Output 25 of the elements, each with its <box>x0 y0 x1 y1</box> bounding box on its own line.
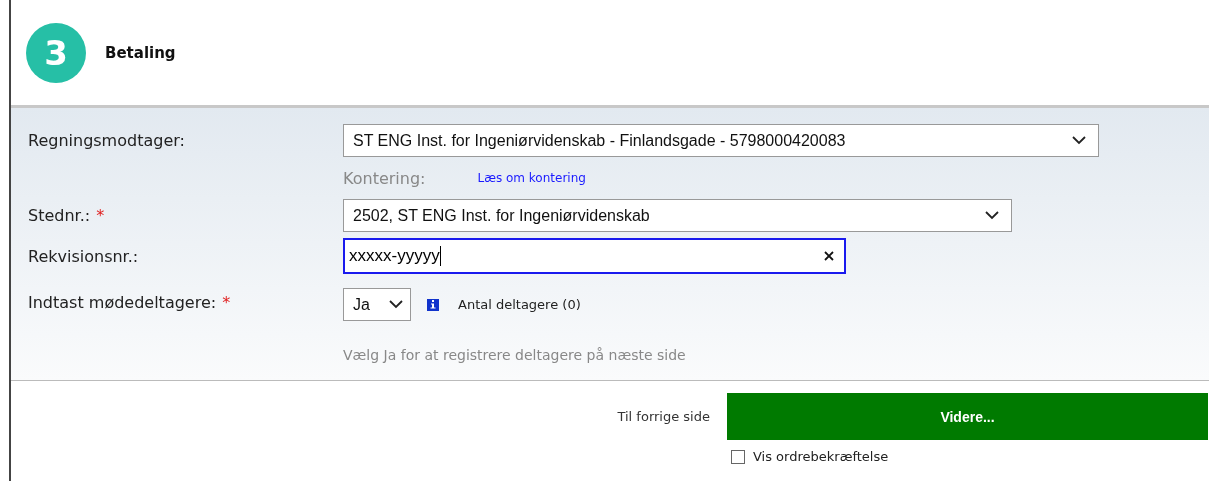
field-label: Rekvisionsnr.: <box>28 246 140 266</box>
hint-text: Vælg Ja for at registrere deltagere på næste side <box>343 347 687 363</box>
required-mark: * <box>96 206 105 225</box>
checkbox[interactable] <box>731 449 745 464</box>
chevron-down-icon <box>985 211 999 220</box>
next-button[interactable]: Videre... <box>727 393 1208 440</box>
chevron-down-icon <box>389 300 403 309</box>
field-label: Stednr.: <box>28 206 91 225</box>
help-link[interactable]: Læs om kontering <box>477 171 586 185</box>
dropdown[interactable]: Ja <box>343 288 411 321</box>
chevron-down-icon <box>1072 136 1086 145</box>
text-field[interactable]: xxxxx-yyyyy <box>343 238 846 274</box>
dropdown[interactable]: ST ENG Inst. for Ingeniørvidenskab - Finlandsgade - 5798000420083 <box>343 124 1099 157</box>
field-label: Regningsmodtager: <box>28 131 186 150</box>
clear-icon[interactable] <box>824 251 834 261</box>
dropdown[interactable]: 2502, ST ENG Inst. for Ingeniørvidenskab <box>343 199 1012 232</box>
participant-count: Antal deltagere (0) <box>458 297 581 312</box>
field-label: Kontering: <box>343 168 426 188</box>
info-icon[interactable] <box>427 298 439 311</box>
step-number-badge: 3 <box>26 22 86 83</box>
back-link[interactable]: Til forrige side <box>617 409 710 424</box>
field-label: Indtast mødedeltagere: <box>28 293 217 312</box>
checkbox-label: Vis ordrebekræftelse <box>753 449 889 464</box>
section-title: Betaling <box>105 43 176 62</box>
required-mark: * <box>222 293 231 312</box>
